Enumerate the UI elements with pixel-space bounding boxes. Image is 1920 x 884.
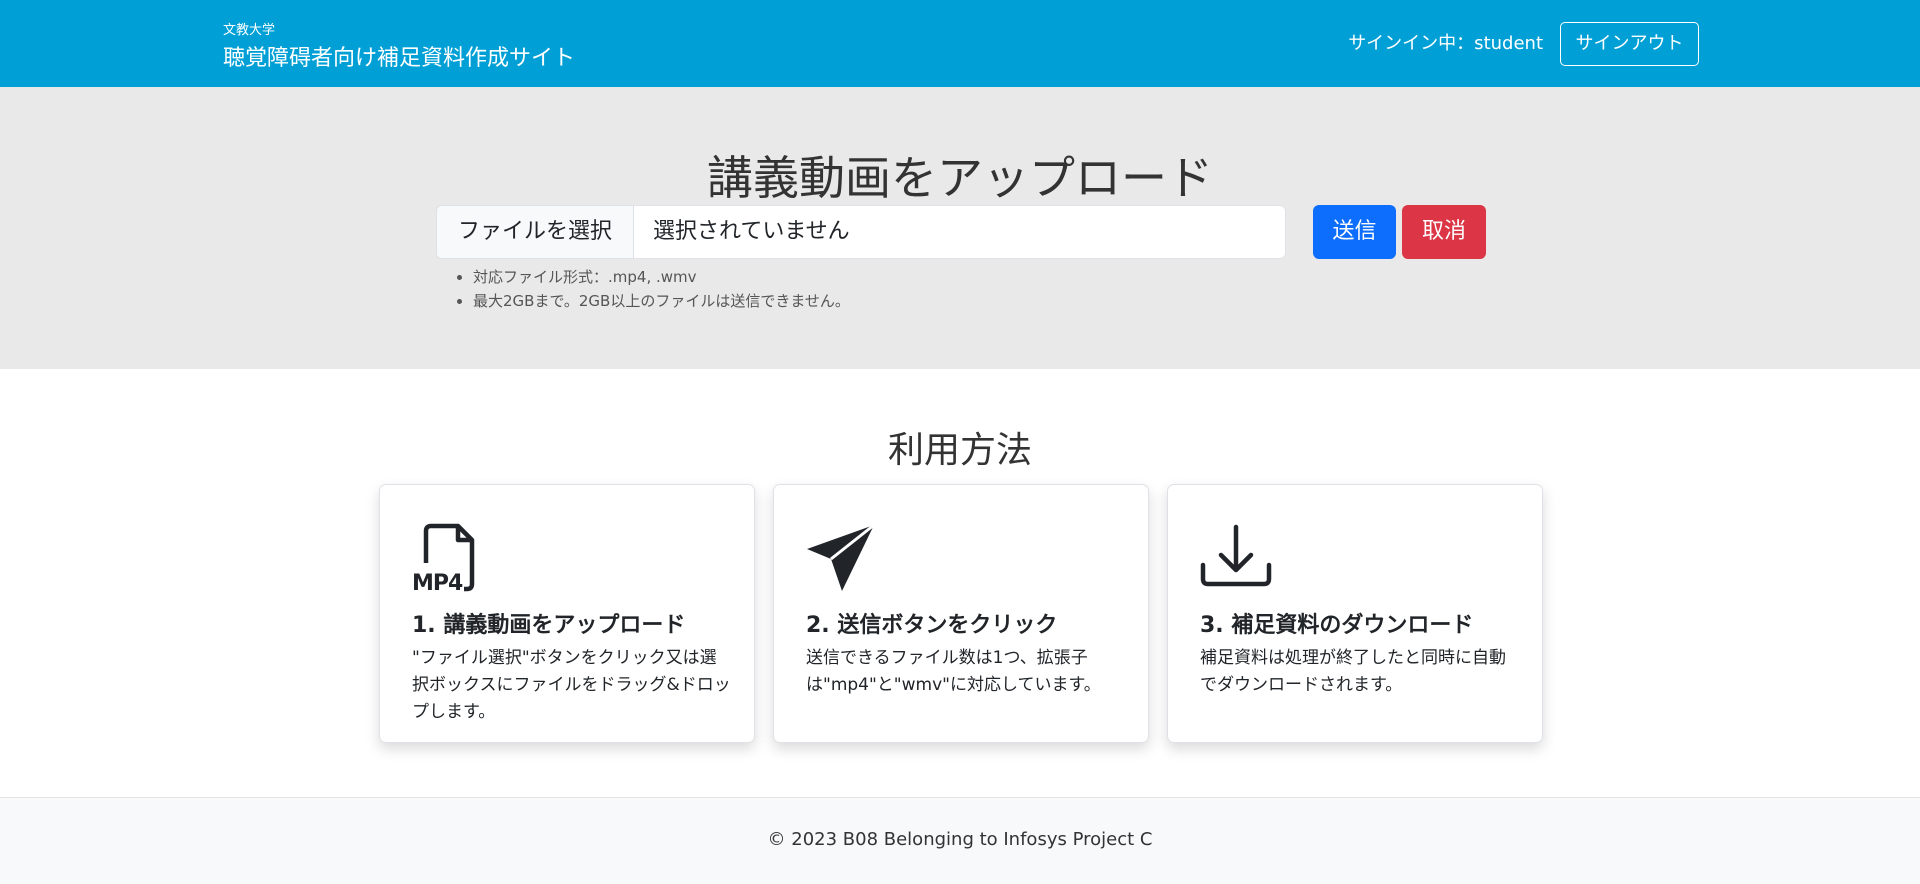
signin-status: サインイン中：student bbox=[1348, 33, 1543, 54]
cancel-button[interactable]: 取消 bbox=[1402, 205, 1486, 259]
download-icon bbox=[1200, 524, 1272, 587]
howto-card-send: 2. 送信ボタンをクリック 送信できるファイル数は1つ、拡張子は"mp4"と"w… bbox=[773, 484, 1149, 743]
card-title: 1. 講義動画をアップロード bbox=[412, 613, 686, 638]
signout-button[interactable]: サインアウト bbox=[1560, 22, 1699, 66]
footer: © 2023 B08 Belonging to Infosys Project … bbox=[0, 797, 1920, 884]
note-item: 対応ファイル形式：.mp4, .wmv bbox=[455, 265, 850, 289]
file-select-button[interactable]: ファイルを選択 bbox=[437, 206, 634, 258]
send-icon bbox=[807, 523, 875, 591]
card-text: 補足資料は処理が終了したと同時に自動でダウンロードされます。 bbox=[1200, 648, 1506, 695]
howto-card-upload: MP4 1. 講義動画をアップロード "ファイル選択"ボタンをクリック又は選択ボ… bbox=[379, 484, 755, 743]
svg-text:MP4: MP4 bbox=[412, 571, 463, 595]
file-status: 選択されていません bbox=[653, 219, 850, 244]
file-input[interactable]: ファイルを選択 選択されていません bbox=[436, 205, 1286, 259]
upload-section: 講義動画をアップロード ファイルを選択 選択されていません 送信 取消 対応ファ… bbox=[0, 87, 1920, 369]
send-button[interactable]: 送信 bbox=[1313, 205, 1396, 259]
card-title: 3. 補足資料のダウンロード bbox=[1200, 613, 1474, 638]
card-title: 2. 送信ボタンをクリック bbox=[806, 613, 1058, 638]
howto-card-download: 3. 補足資料のダウンロード 補足資料は処理が終了したと同時に自動でダウンロード… bbox=[1167, 484, 1543, 743]
mp4-file-icon: MP4 bbox=[412, 523, 475, 595]
howto-title: 利用方法 bbox=[887, 430, 1032, 471]
note-item: 最大2GBまで。2GB以上のファイルは送信できません。 bbox=[455, 289, 850, 313]
card-text: "ファイル選択"ボタンをクリック又は選択ボックスにファイルをドラッグ&ドロップし… bbox=[412, 648, 731, 722]
upload-title: 講義動画をアップロード bbox=[707, 151, 1213, 205]
navbar: 文教大学 聴覚障碍者向け補足資料作成サイト サインイン中：student サイン… bbox=[0, 0, 1920, 87]
site-title[interactable]: 聴覚障碍者向け補足資料作成サイト bbox=[223, 40, 575, 72]
brand-organization: 文教大学 bbox=[223, 23, 276, 38]
card-text: 送信できるファイル数は1つ、拡張子は"mp4"と"wmv"に対応しています。 bbox=[806, 648, 1101, 695]
upload-notes: 対応ファイル形式：.mp4, .wmv 最大2GBまで。2GB以上のファイルは送… bbox=[455, 265, 850, 313]
copyright-text: © 2023 B08 Belonging to Infosys Project … bbox=[767, 829, 1153, 850]
